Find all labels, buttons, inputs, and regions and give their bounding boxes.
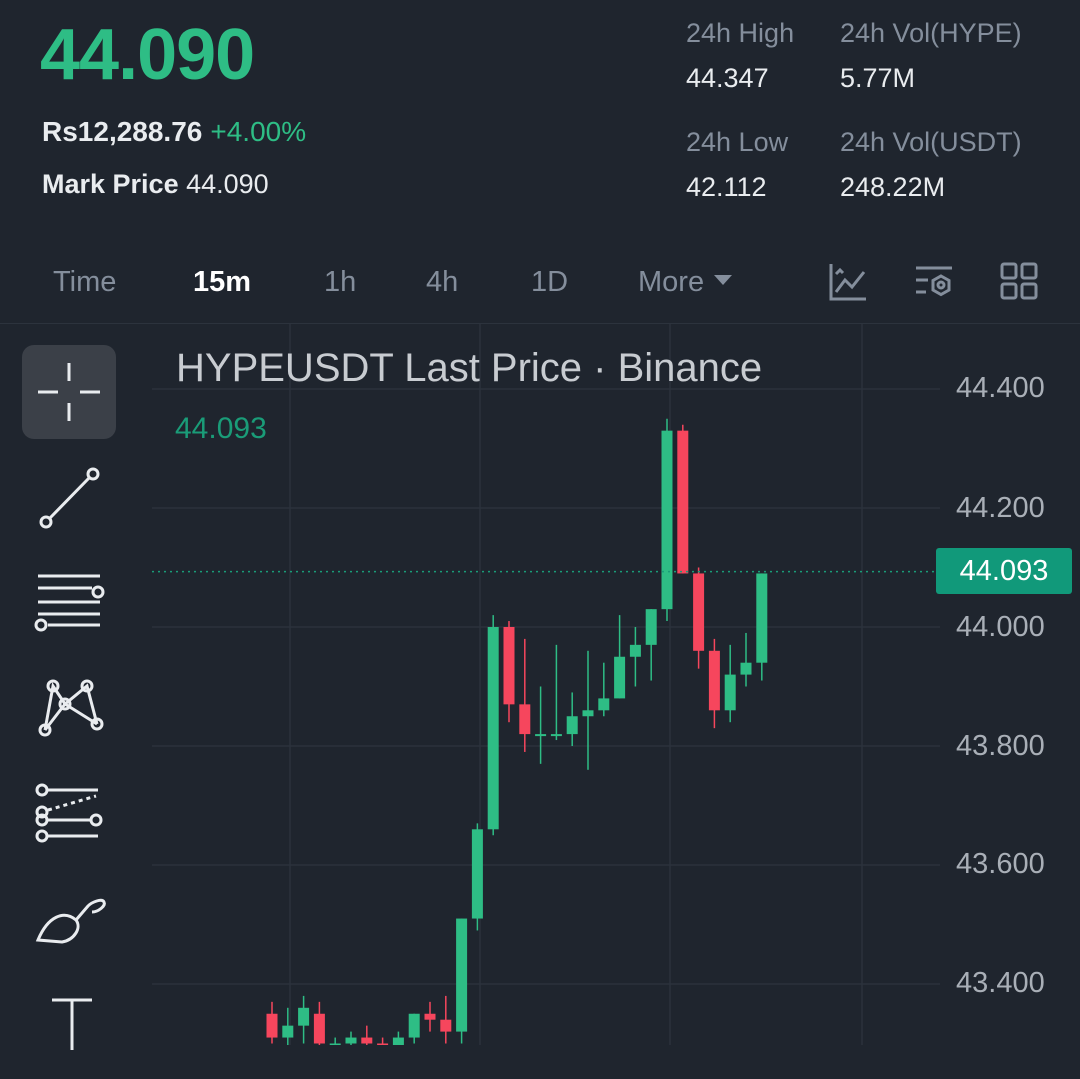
- candle-body: [298, 1007, 310, 1026]
- stat-value: 5.77M: [840, 63, 916, 93]
- trendline-icon: [39, 467, 100, 529]
- candle-body: [629, 644, 641, 657]
- stat-value: 44.347: [686, 63, 769, 93]
- current-price-tag: 44.093: [936, 548, 1072, 594]
- pattern-tool[interactable]: [22, 658, 116, 752]
- horizontal-lines-tool[interactable]: [22, 556, 116, 650]
- candle-body: [361, 1037, 373, 1044]
- candle-body: [424, 1013, 436, 1020]
- candle-body: [535, 734, 547, 737]
- candle-body: [392, 1037, 404, 1045]
- mark-price-value: 44.090: [186, 169, 269, 199]
- candle-body: [724, 674, 736, 711]
- brush-icon: [35, 898, 106, 944]
- pattern-icon: [38, 679, 104, 737]
- chart-title: HYPEUSDT Last Price · Binance: [176, 346, 763, 390]
- candle-body: [266, 1013, 278, 1038]
- fiat-price-row: Rs12,288.76 +4.00%: [42, 116, 306, 148]
- chart-settings-icon[interactable]: [914, 262, 954, 302]
- candle-body: [598, 698, 610, 711]
- candle-body: [550, 734, 562, 737]
- stat-label: 24h Low: [686, 127, 789, 157]
- y-axis-tick: 43.600: [956, 848, 1045, 880]
- crosshair-tool[interactable]: [22, 345, 116, 439]
- stat-24h-vol-base: 24h Vol(HYPE) 5.77M: [840, 18, 1022, 94]
- candle-body: [740, 662, 752, 675]
- text-tool[interactable]: [22, 980, 116, 1074]
- indicator-chart-icon[interactable]: [828, 262, 868, 302]
- candle-body: [345, 1037, 357, 1044]
- ticker-header: 44.090 Rs12,288.76 +4.00% Mark Price 44.0…: [0, 0, 1080, 240]
- candle-body: [471, 829, 483, 919]
- mark-price-row[interactable]: Mark Price 44.090: [42, 169, 269, 200]
- trendline-tool[interactable]: [22, 454, 116, 548]
- candle-body: [756, 573, 768, 663]
- candle-body: [313, 1013, 325, 1044]
- tab-more-label: More: [638, 266, 705, 298]
- layout-grid-icon[interactable]: [1000, 262, 1040, 302]
- fiat-price: Rs12,288.76: [42, 116, 203, 147]
- candle-body: [503, 627, 515, 705]
- stat-24h-vol-quote: 24h Vol(USDT) 248.22M: [840, 127, 1022, 203]
- candle-body: [519, 704, 531, 735]
- y-axis-tick: 43.400: [956, 967, 1045, 999]
- text-icon: [52, 998, 92, 1050]
- y-axis-tick: 44.000: [956, 611, 1045, 643]
- tab-15m[interactable]: 15m: [193, 266, 251, 299]
- stat-label: 24h High: [686, 18, 795, 48]
- fib-channel-icon: [35, 783, 103, 843]
- last-price: 44.090: [40, 15, 255, 95]
- stat-label: 24h Vol(HYPE): [840, 18, 1022, 48]
- candle-body: [614, 656, 626, 699]
- mark-price-label: Mark Price: [42, 169, 179, 199]
- y-axis-tick: 43.800: [956, 730, 1045, 762]
- candle-body: [440, 1019, 452, 1032]
- candle-body: [645, 609, 657, 645]
- tab-more[interactable]: More: [638, 266, 733, 299]
- stat-label: 24h Vol(USDT): [840, 127, 1022, 157]
- candle-body: [282, 1025, 294, 1038]
- stat-value: 42.112: [686, 172, 767, 202]
- candle-body: [566, 716, 578, 735]
- tab-1d[interactable]: 1D: [531, 266, 568, 299]
- candle-body: [487, 627, 499, 830]
- y-axis-tick: 44.400: [956, 372, 1045, 404]
- tab-1h[interactable]: 1h: [324, 266, 356, 299]
- stat-value: 248.22M: [840, 172, 946, 202]
- candle-body: [456, 918, 468, 1032]
- brush-tool[interactable]: [22, 876, 116, 970]
- horizontal-lines-icon: [34, 574, 105, 632]
- y-axis-tick: 44.200: [956, 492, 1045, 524]
- candlestick-chart[interactable]: [0, 324, 1080, 1045]
- chart-last-price-label: 44.093: [175, 412, 267, 445]
- change-percent: +4.00%: [210, 116, 307, 147]
- caret-down-icon: [714, 275, 733, 286]
- stat-24h-high: 24h High 44.347: [686, 18, 794, 94]
- tab-time[interactable]: Time: [53, 266, 116, 299]
- candle-body: [693, 573, 705, 651]
- candle-body: [582, 710, 594, 717]
- crosshair-icon: [38, 363, 100, 421]
- candle-body: [408, 1013, 420, 1038]
- candle-body: [677, 430, 689, 574]
- candle-body: [661, 430, 673, 610]
- candle-body: [708, 650, 720, 711]
- stat-24h-low: 24h Low 42.112: [686, 127, 788, 203]
- tab-4h[interactable]: 4h: [426, 266, 458, 299]
- fib-channel-tool[interactable]: [22, 768, 116, 862]
